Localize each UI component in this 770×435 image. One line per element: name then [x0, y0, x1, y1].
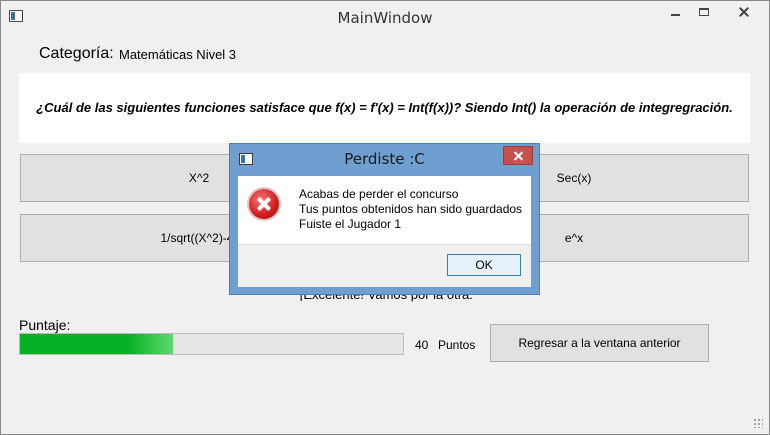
dialog-message-line: Fuiste el Jugador 1: [299, 217, 402, 231]
score-progress-bar: [19, 333, 404, 355]
maximize-icon[interactable]: [690, 1, 718, 23]
message-dialog: Perdiste :C Acabas de perder el concurso…: [229, 143, 540, 295]
question-panel: ¿Cuál de las siguientes funciones satisf…: [19, 73, 750, 143]
score-unit: Puntos: [438, 338, 476, 352]
ok-button[interactable]: OK: [447, 254, 521, 276]
score-progress-fill: [20, 334, 174, 354]
minimize-icon[interactable]: [661, 1, 689, 23]
back-button-label: Regresar a la ventana anterior: [518, 336, 681, 350]
category-value: Matemáticas Nivel 3: [119, 47, 237, 62]
dialog-title: Perdiste :C: [344, 150, 425, 168]
ok-button-label: OK: [475, 258, 493, 272]
back-button[interactable]: Regresar a la ventana anterior: [490, 324, 709, 362]
score-label: Puntaje:: [19, 317, 71, 333]
dialog-message-line: Acabas de perder el concurso: [299, 187, 459, 201]
dialog-close-icon[interactable]: [503, 146, 533, 165]
dialog-body: Acabas de perder el concurso Tus puntos …: [238, 176, 531, 244]
category-label: Categoría:: [39, 45, 114, 62]
error-icon: [249, 189, 279, 219]
answer-label: e^x: [564, 231, 584, 245]
dialog-title-bar[interactable]: Perdiste :C: [230, 144, 539, 174]
title-bar[interactable]: MainWindow: [1, 1, 769, 33]
resize-grip-icon[interactable]: [753, 418, 763, 428]
question-text: ¿Cuál de las siguientes funciones satisf…: [36, 100, 733, 115]
dialog-footer: OK: [238, 244, 531, 287]
close-icon[interactable]: [721, 1, 767, 23]
answer-label: 1/sqrt((X^2)-4): [160, 231, 238, 245]
answer-label: Sec(x): [556, 171, 592, 185]
answer-label: X^2: [188, 171, 210, 185]
window-title: MainWindow: [337, 9, 433, 27]
score-value: 40: [415, 338, 429, 352]
dialog-message-line: Tus puntos obtenidos han sido guardados: [299, 202, 523, 216]
